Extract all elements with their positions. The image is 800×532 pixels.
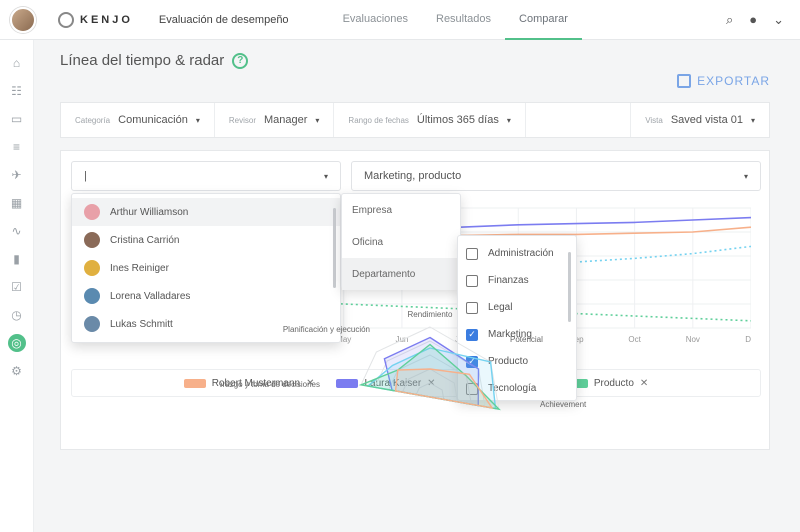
tabs: Evaluaciones Resultados Comparar <box>329 0 582 40</box>
view-filter[interactable]: Vista Saved vista 01 ▾ <box>630 103 769 137</box>
checkbox[interactable] <box>466 247 478 260</box>
category-filter[interactable]: Categoría Comunicación ▾ <box>61 103 215 137</box>
person-option[interactable]: Cristina Carrión <box>72 226 340 254</box>
radar-axis-label: Planificación y ejecución <box>283 325 370 334</box>
export-icon <box>677 74 692 88</box>
scrollbar[interactable] <box>333 208 336 288</box>
group-option[interactable]: Departamento <box>342 258 460 290</box>
caret-icon: ▾ <box>195 115 200 125</box>
bar-chart-icon[interactable]: ▮ <box>8 250 26 268</box>
avatar <box>84 260 100 276</box>
chevron-down-icon[interactable]: ⌄ <box>773 12 784 28</box>
person-option[interactable]: Arthur Williamson <box>72 198 340 226</box>
department-option[interactable]: Administración <box>458 240 576 267</box>
plane-icon[interactable]: ✈ <box>8 166 26 184</box>
performance-icon[interactable]: ◎ <box>7 334 26 352</box>
export-button[interactable]: EXPORTAR <box>677 74 770 88</box>
briefcase-icon[interactable]: ▭ <box>8 110 26 128</box>
tab-comparar[interactable]: Comparar <box>505 0 582 40</box>
checklist-icon[interactable]: ☑ <box>8 278 26 296</box>
x-tick-label: Dic <box>745 335 751 344</box>
group-type-dropdown: Empresa Oficina Departamento <box>341 193 461 290</box>
filter-bar: Categoría Comunicación ▾ Revisor Manager ▾ R… <box>60 102 770 138</box>
avatar <box>84 316 100 332</box>
person-option[interactable]: Ines Reiniger <box>72 254 340 282</box>
sidebar: ⌂ ☷ ▭ ≡ ✈ ▦ ∿ ▮ ☑ ◷ ◎ ⚙ <box>0 40 34 532</box>
tab-resultados[interactable]: Resultados <box>422 0 505 40</box>
search-icon[interactable]: ⌕ <box>726 12 733 28</box>
avatar <box>84 204 100 220</box>
caret-icon: ▾ <box>743 171 748 181</box>
avatar <box>84 288 100 304</box>
main-content: Línea del tiempo & radar ? EXPORTAR Cate… <box>60 52 770 450</box>
people-icon[interactable]: ☷ <box>8 82 26 100</box>
avatar <box>84 232 100 248</box>
reviewer-filter[interactable]: Revisor Manager ▾ <box>215 103 335 137</box>
help-icon[interactable]: ? <box>232 52 249 69</box>
caret-icon: ▾ <box>750 115 755 125</box>
calendar-icon[interactable]: ▦ <box>8 194 26 212</box>
radar-axis-label: Potencial <box>510 335 543 344</box>
group-option[interactable]: Empresa <box>342 194 460 226</box>
caret-icon: ▾ <box>315 115 320 125</box>
tab-evaluaciones[interactable]: Evaluaciones <box>329 0 422 40</box>
legend-swatch <box>183 378 206 388</box>
caret-icon: ▾ <box>506 115 511 125</box>
document-icon[interactable]: ≡ <box>8 138 26 156</box>
caret-icon: ▾ <box>323 171 328 181</box>
radar-axis-label: Achievement <box>540 400 587 409</box>
pulse-icon[interactable]: ∿ <box>8 222 26 240</box>
clock-icon[interactable]: ◷ <box>8 306 26 324</box>
group-option[interactable]: Oficina <box>342 226 460 258</box>
home-icon[interactable]: ⌂ <box>8 54 26 72</box>
people-select[interactable]: | ▾ <box>71 161 341 191</box>
date-range-filter[interactable]: Rango de fechas Últimos 365 días ▾ <box>334 103 526 137</box>
page-title: Línea del tiempo & radar ? <box>60 52 770 69</box>
logo-icon <box>58 11 74 28</box>
radar-axis-label: Rendimiento <box>408 310 453 319</box>
user-avatar[interactable] <box>10 6 36 33</box>
checkbox[interactable] <box>466 274 478 287</box>
department-option[interactable]: Finanzas <box>458 267 576 294</box>
app-title: Evaluación de desempeño <box>158 13 289 26</box>
radar-axis-label: Liderazgo y toma de decisiones <box>220 380 320 389</box>
groups-select[interactable]: Marketing, producto ▾ <box>351 161 761 191</box>
bell-icon[interactable]: ● <box>749 12 757 28</box>
logo: KENJO <box>58 11 133 28</box>
x-tick-label: Nov <box>686 335 700 344</box>
top-bar: KENJO Evaluación de desempeño Evaluacion… <box>0 0 800 40</box>
radar-chart: Rendimiento Potencial Achievement Liderazgo… <box>220 310 587 411</box>
remove-icon[interactable]: ✕ <box>640 378 648 389</box>
gear-icon[interactable]: ⚙ <box>8 362 26 380</box>
